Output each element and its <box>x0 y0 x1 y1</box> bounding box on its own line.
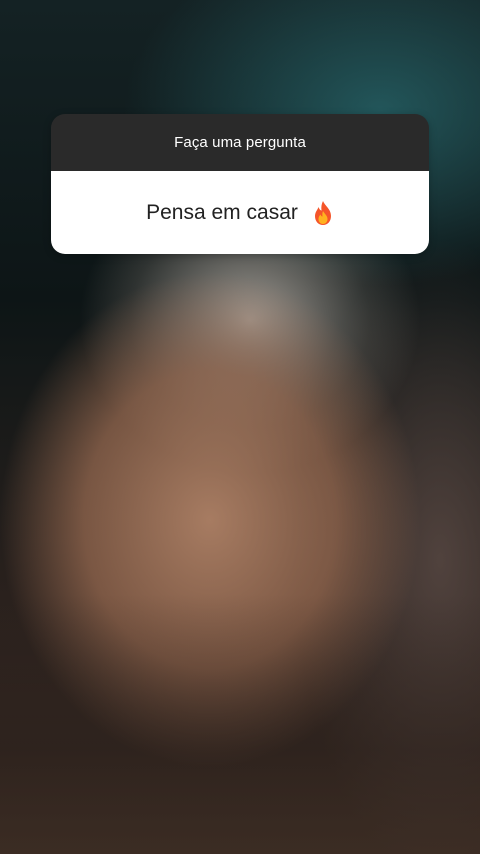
question-sticker[interactable]: Faça uma pergunta Pensa em casar <box>51 114 429 254</box>
fire-icon <box>314 200 331 225</box>
question-sticker-header: Faça uma pergunta <box>51 114 429 171</box>
question-prompt: Faça uma pergunta <box>174 134 306 151</box>
answer-text: Pensa em casar <box>146 200 298 224</box>
background-shade <box>0 594 480 854</box>
question-sticker-answer: Pensa em casar <box>51 171 429 254</box>
